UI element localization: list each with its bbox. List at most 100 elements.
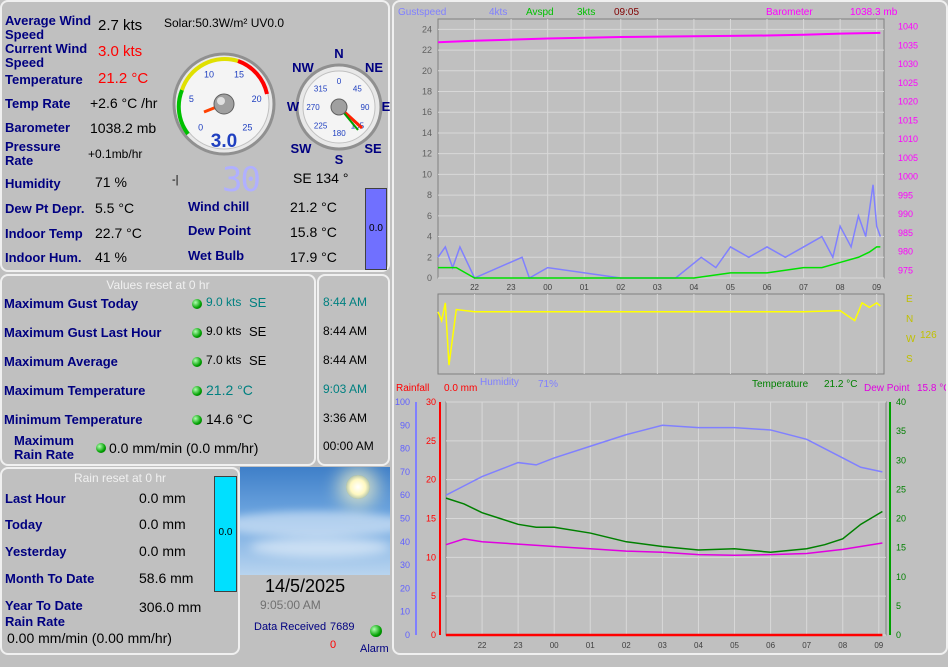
rain-tick-label: 20 (426, 475, 436, 485)
barometer-label: Barometer (5, 120, 71, 135)
barometer-value: 1038.2 mb (90, 120, 157, 136)
humidity-tick-label: 100 (395, 397, 410, 407)
rain-last-hour-label: Last Hour (5, 491, 66, 506)
compass-tick-label: 270 (306, 103, 320, 112)
direction-legend-letter: W (906, 334, 916, 345)
humidity-tick-label: 0 (405, 630, 410, 640)
temp-rate-value: +2.6 °C /hr (90, 95, 158, 111)
temp-legend-label: Temperature (752, 379, 809, 390)
x-tick-label: 02 (616, 283, 625, 292)
maxima-row-indicator (192, 299, 202, 309)
temperature-label: Temperature (5, 72, 83, 87)
compass-tick-label: 45 (353, 85, 362, 94)
rain-panel-title: Rain reset at 0 hr (73, 471, 167, 485)
compass-tick-label: 180 (332, 129, 346, 138)
dew-legend-label: Dew Point (864, 383, 910, 394)
temp-rate-label: Temp Rate (5, 96, 71, 111)
x-tick-label: 06 (766, 641, 775, 650)
x-tick-label: 08 (838, 641, 847, 650)
x-tick-label: 06 (763, 283, 772, 292)
maxima-row-value: 9.0 kts (206, 295, 242, 309)
indoor-temp-value: 22.7 °C (95, 225, 142, 241)
humidity-tick-label: 40 (400, 537, 410, 547)
speed-tick-label: 15 (234, 70, 244, 80)
avg-legend-value: 3kts (577, 7, 595, 18)
rain-year-value: 306.0 mm (139, 599, 202, 615)
temp-tick-label: 35 (896, 426, 906, 436)
x-tick-label: 05 (730, 641, 739, 650)
maxima-row-value: 7.0 kts (206, 353, 242, 367)
y-tick-label: 2 (427, 252, 432, 262)
compass-sw: SW (291, 141, 313, 156)
max-rain-rate-value: 0.0 mm/min (0.0 mm/hr) (109, 440, 259, 456)
rain-month-label: Month To Date (5, 571, 95, 586)
dew-point-label: Dew Point (188, 223, 251, 238)
solar-bar-gauge: 0.0 (365, 188, 387, 270)
rain-tick-label: 15 (426, 514, 436, 524)
compass-se: SE (364, 141, 382, 156)
current-conditions-panel: Average Wind Speed 2.7 kts Solar:50.3W/m… (0, 0, 390, 272)
error-count: 0 (330, 639, 337, 651)
rain-yesterday-label: Yesterday (5, 544, 67, 559)
data-received-count: 7689 (330, 621, 355, 633)
temp-tick-label: 30 (896, 455, 906, 465)
x-tick-label: 02 (622, 641, 631, 650)
maxima-row-time: 3:36 AM (323, 411, 368, 425)
dew-point-value: 15.8 °C (290, 224, 337, 240)
x-tick-label: 23 (507, 283, 516, 292)
maxima-row-indicator (192, 328, 202, 338)
y-tick-label: 12 (422, 149, 432, 159)
rain-last-hour-value: 0.0 mm (139, 490, 186, 506)
weather-sky-image (240, 467, 390, 575)
temp-tick-label: 0 (896, 630, 901, 640)
x-tick-label: 01 (580, 283, 589, 292)
y2-tick-label: 980 (898, 247, 913, 257)
dew-depression-value: 5.5 °C (95, 200, 135, 216)
sun-icon (346, 475, 370, 499)
x-tick-label: 04 (689, 283, 698, 292)
maxima-row-label: Minimum Temperature (4, 412, 143, 427)
direction-legend-letter: E (906, 294, 913, 305)
x-tick-label: 03 (658, 641, 667, 650)
wind-direction-compass: 04590135180225270315 N NE E SE S SW W NW (287, 46, 390, 167)
pressure-rate-value: +0.1mb/hr (88, 147, 143, 161)
direction-legend-letter: S (906, 354, 913, 365)
y-tick-label: 0 (427, 273, 432, 283)
maxima-row-indicator (192, 357, 202, 367)
rain-yesterday-value: 0.0 mm (139, 543, 186, 559)
humidity-tick-label: 60 (400, 490, 410, 500)
x-tick-label: 09 (874, 641, 883, 650)
x-tick-label: 00 (543, 283, 552, 292)
humidity-tick-label: 70 (400, 467, 410, 477)
dew-legend-value: 15.8 °C (917, 383, 946, 394)
dew-depression-label: Dew Pt Depr. (5, 201, 85, 216)
alarm-indicator[interactable] (370, 625, 382, 637)
humidity-value: 71 % (95, 174, 127, 190)
rain-bar-value: 0.0 (218, 527, 233, 538)
humidity-tick-label: 90 (400, 420, 410, 430)
rain-rate-value: 0.00 mm/min (0.00 mm/hr) (7, 630, 172, 646)
temp-tick-label: 15 (896, 543, 906, 553)
x-tick-label: 03 (653, 283, 662, 292)
y-tick-label: 8 (427, 190, 432, 200)
y-tick-label: 20 (422, 66, 432, 76)
x-tick-label: 00 (550, 641, 559, 650)
wet-bulb-value: 17.9 °C (290, 249, 337, 265)
y2-tick-label: 1020 (898, 97, 918, 107)
current-time: 9:05:00 AM (260, 598, 321, 612)
humidity-tick-label: 30 (400, 560, 410, 570)
baro-legend-value: 1038.3 mb (850, 7, 898, 18)
wind-speed-dial: 0 5 10 15 20 25 3.0 (172, 52, 276, 156)
indoor-humidity-label: Indoor Hum. (5, 250, 82, 265)
rain-today-label: Today (5, 517, 43, 532)
direction-legend-letter: N (906, 314, 913, 325)
maxima-row-time: 9:03 AM (323, 382, 368, 396)
compass-tick-label: 90 (361, 103, 370, 112)
indoor-temp-label: Indoor Temp (5, 226, 83, 241)
x-tick-label: 07 (802, 641, 811, 650)
temp-tick-label: 25 (896, 484, 906, 494)
maxima-row-label: Maximum Average (4, 354, 118, 369)
maxima-panel: Values reset at 0 hr Maximum Gust Today 9… (0, 274, 316, 466)
y2-tick-label: 1040 (898, 22, 918, 32)
y2-tick-label: 1035 (898, 40, 918, 50)
